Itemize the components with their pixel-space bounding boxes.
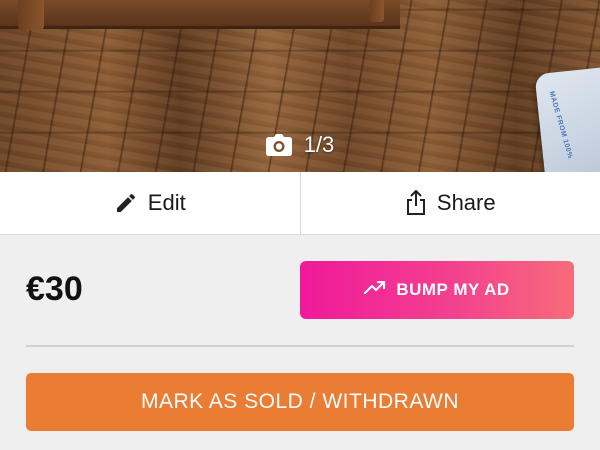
price: €30 (26, 270, 83, 308)
listing-photo[interactable]: MADE FROM 100% 1/3 (0, 0, 600, 172)
bump-ad-button[interactable]: BUMP MY AD (300, 261, 574, 319)
bump-ad-label: BUMP MY AD (396, 280, 510, 299)
share-label: Share (436, 190, 496, 215)
mark-as-sold-label: MARK AS SOLD / WITHDRAWN (140, 390, 460, 413)
furniture-leg (18, 0, 44, 30)
action-bar: Edit Share (0, 172, 600, 235)
camera-icon (265, 134, 292, 156)
mark-as-sold-button[interactable]: MARK AS SOLD / WITHDRAWN (26, 373, 574, 431)
trending-up-icon (364, 280, 386, 300)
divider (26, 345, 574, 347)
edit-label: Edit (147, 190, 186, 215)
photo-counter: 1/3 (0, 131, 600, 159)
photo-counter-text: 1/3 (303, 132, 335, 157)
pencil-icon (114, 191, 138, 215)
share-button[interactable]: Share (299, 172, 600, 234)
share-icon (405, 190, 427, 216)
furniture-edge (0, 0, 400, 29)
edit-button[interactable]: Edit (0, 172, 300, 234)
furniture-leg (370, 0, 384, 22)
